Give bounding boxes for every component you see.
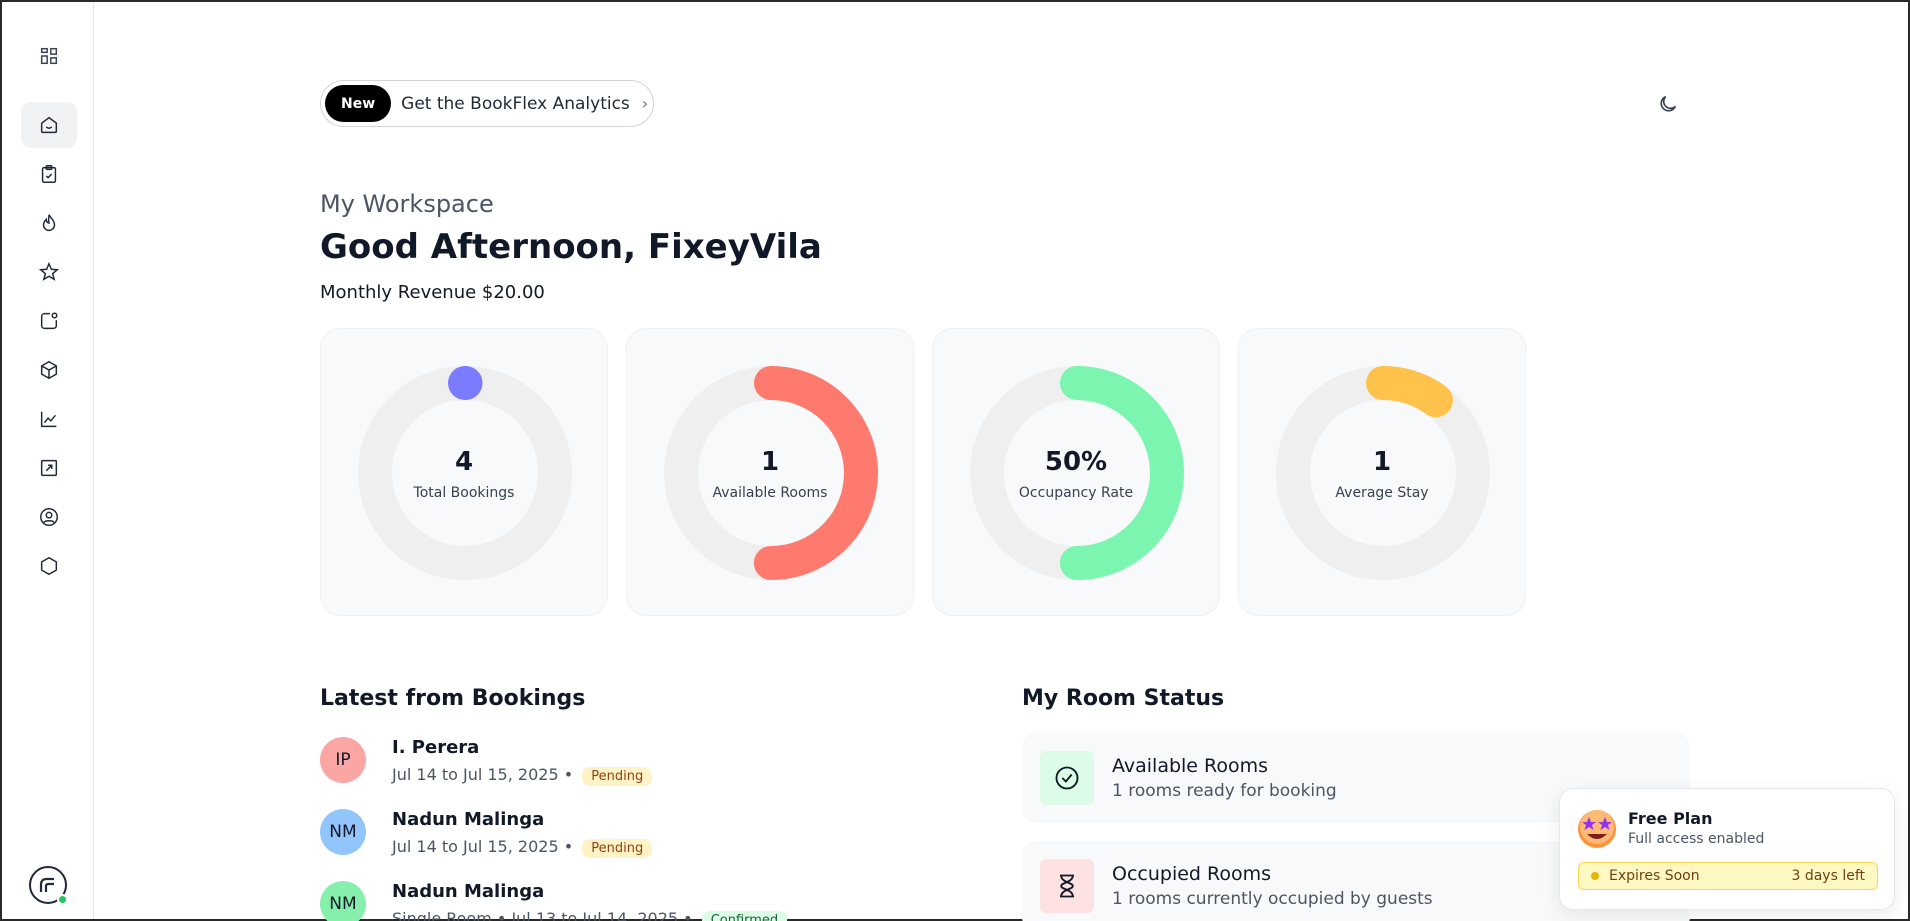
booking-item[interactable]: NM Nadun Malinga Single Room • Jul 13 to… bbox=[320, 881, 880, 921]
guest-name: Nadun Malinga bbox=[392, 881, 545, 902]
sidebar-item-reviews[interactable] bbox=[21, 249, 77, 295]
stat-value: 1 bbox=[760, 447, 780, 477]
sidebar-item-bookings[interactable] bbox=[21, 151, 77, 197]
stat-label: Total Bookings bbox=[413, 485, 515, 501]
warning-dot-icon bbox=[1591, 872, 1599, 880]
booking-meta-text: Single Room • Jul 13 to Jul 14, 2025 • bbox=[392, 909, 693, 921]
room-icon-box bbox=[1040, 751, 1094, 805]
plan-expiry-banner: Expires Soon 3 days left bbox=[1578, 862, 1878, 890]
plan-card[interactable]: Free Plan Full access enabled Expires So… bbox=[1559, 788, 1895, 910]
notification-icon bbox=[40, 312, 58, 330]
guest-name: Nadun Malinga bbox=[392, 809, 545, 830]
room-status-section-title: My Room Status bbox=[1022, 686, 1225, 711]
stat-label: Occupancy Rate bbox=[1018, 485, 1134, 501]
workspace-label: My Workspace bbox=[320, 190, 494, 218]
online-status-dot bbox=[57, 894, 68, 905]
booking-item[interactable]: IP I. Perera Jul 14 to Jul 15, 2025 • Pe… bbox=[320, 737, 880, 797]
room-status-title: Occupied Rooms bbox=[1112, 863, 1272, 885]
guest-name: I. Perera bbox=[392, 737, 480, 758]
booking-dates: Jul 14 to Jul 15, 2025 • Pending bbox=[392, 765, 653, 786]
expiry-label: Expires Soon bbox=[1609, 868, 1700, 884]
promo-text: Get the BookFlex Analytics bbox=[401, 93, 630, 114]
stat-label: Available Rooms bbox=[712, 485, 828, 501]
monthly-revenue: Monthly Revenue $20.00 bbox=[320, 282, 545, 303]
sidebar-item-dashboard[interactable] bbox=[21, 102, 77, 148]
avatar: IP bbox=[320, 737, 366, 783]
image-arrow-icon bbox=[40, 459, 58, 477]
booking-meta-text: Jul 14 to Jul 15, 2025 • bbox=[392, 837, 574, 856]
stat-value: 50% bbox=[1044, 447, 1108, 477]
stat-value: 4 bbox=[454, 447, 474, 477]
cube-icon bbox=[40, 360, 58, 380]
booking-meta-text: Jul 14 to Jul 15, 2025 • bbox=[392, 765, 574, 784]
home-face-icon bbox=[40, 116, 58, 134]
booking-dates: Single Room • Jul 13 to Jul 14, 2025 • C… bbox=[392, 909, 788, 921]
room-status-subtitle: 1 rooms ready for booking bbox=[1112, 781, 1337, 801]
bookings-section-title: Latest from Bookings bbox=[320, 686, 586, 711]
star-struck-emoji-icon bbox=[1578, 810, 1616, 848]
stat-card-available-rooms: 1 Available Rooms bbox=[626, 328, 914, 616]
booking-item[interactable]: NM Nadun Malinga Jul 14 to Jul 15, 2025 … bbox=[320, 809, 880, 869]
brand-logo-icon bbox=[39, 877, 54, 892]
check-circle-icon bbox=[1055, 766, 1079, 790]
sidebar-item-profile[interactable] bbox=[21, 494, 77, 540]
stat-card-occupancy-rate: 50% Occupancy Rate bbox=[932, 328, 1220, 616]
status-badge: Confirmed bbox=[701, 911, 788, 921]
sidebar-item-notifications[interactable] bbox=[21, 298, 77, 344]
moon-icon bbox=[1660, 95, 1677, 112]
hourglass-icon bbox=[1060, 874, 1074, 898]
sidebar-item-media[interactable] bbox=[21, 445, 77, 491]
booking-dates: Jul 14 to Jul 15, 2025 • Pending bbox=[392, 837, 653, 858]
new-badge: New bbox=[325, 85, 392, 122]
analytics-promo-link[interactable]: New Get the BookFlex Analytics › bbox=[320, 80, 654, 127]
star-icon bbox=[38, 261, 60, 281]
chevron-right-icon: › bbox=[641, 94, 649, 113]
status-badge: Pending bbox=[582, 767, 653, 786]
stat-card-average-stay: 1 Average Stay bbox=[1238, 328, 1526, 616]
days-left: 3 days left bbox=[1791, 868, 1865, 884]
room-status-title: Available Rooms bbox=[1112, 755, 1269, 777]
status-badge: Pending bbox=[582, 839, 653, 858]
page-title: Good Afternoon, FixeyVila bbox=[320, 227, 822, 267]
line-chart-icon bbox=[40, 411, 57, 428]
stat-value: 1 bbox=[1372, 447, 1392, 477]
flame-icon bbox=[42, 214, 56, 231]
avatar: NM bbox=[320, 809, 366, 855]
sidebar-item-settings[interactable] bbox=[21, 543, 77, 589]
brand-logo-button[interactable] bbox=[29, 866, 68, 905]
sidebar-item-rooms[interactable] bbox=[21, 347, 77, 393]
layout-grid-icon bbox=[40, 47, 58, 65]
theme-toggle-button[interactable] bbox=[1654, 90, 1682, 118]
room-icon-box bbox=[1040, 859, 1094, 913]
clipboard-check-icon bbox=[41, 165, 57, 183]
avatar: NM bbox=[320, 881, 366, 921]
plan-subtitle: Full access enabled bbox=[1628, 831, 1765, 847]
stat-card-total-bookings: 4 Total Bookings bbox=[320, 328, 608, 616]
user-circle-icon bbox=[40, 508, 58, 526]
sidebar-item-trending[interactable] bbox=[21, 200, 77, 246]
sidebar-toggle-button[interactable] bbox=[21, 33, 77, 79]
hexagon-icon bbox=[40, 556, 58, 576]
sidebar-item-analytics[interactable] bbox=[21, 396, 77, 442]
stat-label: Average Stay bbox=[1335, 485, 1429, 501]
sidebar bbox=[2, 2, 94, 919]
room-status-subtitle: 1 rooms currently occupied by guests bbox=[1112, 889, 1433, 909]
plan-title: Free Plan bbox=[1628, 809, 1713, 828]
